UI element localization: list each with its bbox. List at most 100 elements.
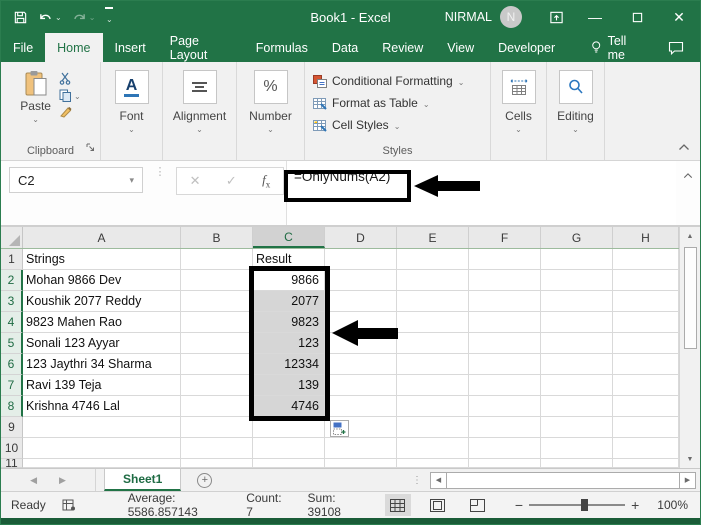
cells-dropdown-icon[interactable]: ⌄ — [515, 125, 522, 134]
number-group[interactable]: % Number ⌄ — [237, 62, 305, 160]
cell-c5[interactable]: 123 — [253, 333, 325, 354]
alignment-group[interactable]: Alignment ⌄ — [163, 62, 237, 160]
macro-record-icon[interactable] — [62, 499, 76, 511]
row-header-11[interactable]: 11 — [1, 459, 23, 468]
save-icon[interactable] — [13, 10, 28, 25]
cell-g7[interactable] — [541, 375, 613, 396]
tab-view[interactable]: View — [435, 33, 486, 62]
tab-file[interactable]: File — [1, 33, 45, 62]
tab-page-layout[interactable]: Page Layout — [158, 33, 244, 62]
cell-f7[interactable] — [469, 375, 541, 396]
cell-h3[interactable] — [613, 291, 679, 312]
cell-g4[interactable] — [541, 312, 613, 333]
name-box[interactable]: C2 ▾ — [9, 167, 143, 193]
conditional-formatting-button[interactable]: Conditional Formatting ⌄ — [313, 70, 464, 92]
cell-g8[interactable] — [541, 396, 613, 417]
cell-h1[interactable] — [613, 249, 679, 270]
cell-d10[interactable] — [325, 438, 397, 459]
undo-button[interactable]: ⌄ — [38, 11, 62, 24]
maximize-button[interactable] — [616, 1, 658, 33]
collapse-ribbon-icon[interactable] — [678, 142, 690, 154]
cell-c4[interactable]: 9823 — [253, 312, 325, 333]
page-layout-view-icon[interactable] — [425, 494, 451, 516]
auto-fill-options-button[interactable] — [330, 420, 349, 437]
cell-a3[interactable]: Koushik 2077 Reddy — [23, 291, 181, 312]
cell-c2-active[interactable]: 9866 — [253, 270, 325, 291]
cell-g3[interactable] — [541, 291, 613, 312]
tab-data[interactable]: Data — [320, 33, 370, 62]
cell-e8[interactable] — [397, 396, 469, 417]
tab-developer[interactable]: Developer — [486, 33, 567, 62]
row-header-7[interactable]: 7 — [1, 375, 23, 396]
scroll-up-icon[interactable]: ▲ — [680, 227, 700, 245]
close-button[interactable]: ✕ — [658, 1, 700, 33]
new-sheet-button[interactable]: + — [197, 469, 212, 491]
cell-a4[interactable]: 9823 Mahen Rao — [23, 312, 181, 333]
column-header-a[interactable]: A — [23, 227, 181, 248]
cell-d5[interactable] — [325, 333, 397, 354]
cell-c6[interactable]: 12334 — [253, 354, 325, 375]
cell-c10[interactable] — [253, 438, 325, 459]
format-as-table-button[interactable]: Format as Table ⌄ — [313, 92, 430, 114]
format-as-table-dropdown-icon[interactable]: ⌄ — [423, 100, 430, 109]
scroll-down-icon[interactable]: ▼ — [680, 450, 700, 468]
sheet-next-icon[interactable]: ▶ — [59, 475, 66, 486]
cell-h2[interactable] — [613, 270, 679, 291]
cell-f10[interactable] — [469, 438, 541, 459]
cut-button[interactable] — [59, 72, 81, 85]
cell-h4[interactable] — [613, 312, 679, 333]
row-header-4[interactable]: 4 — [1, 312, 23, 333]
row-header-1[interactable]: 1 — [1, 249, 23, 270]
cell-styles-dropdown-icon[interactable]: ⌄ — [394, 122, 401, 131]
cell-a6[interactable]: 123 Jaythri 34 Sharma — [23, 354, 181, 375]
enter-icon[interactable]: ✓ — [226, 173, 237, 189]
zoom-slider-thumb[interactable] — [581, 499, 588, 511]
cell-g9[interactable] — [541, 417, 613, 438]
row-header-2[interactable]: 2 — [1, 270, 23, 291]
cell-h10[interactable] — [613, 438, 679, 459]
cell-b10[interactable] — [181, 438, 253, 459]
cell-f5[interactable] — [469, 333, 541, 354]
cell-a7[interactable]: Ravi 139 Teja — [23, 375, 181, 396]
vertical-scrollbar-thumb[interactable] — [684, 247, 697, 349]
cell-a1[interactable]: Strings — [23, 249, 181, 270]
cell-b8[interactable] — [181, 396, 253, 417]
copy-dropdown-icon[interactable]: ⌄ — [74, 92, 81, 101]
cell-b9[interactable] — [181, 417, 253, 438]
tab-review[interactable]: Review — [370, 33, 435, 62]
name-box-dropdown-icon[interactable]: ▾ — [129, 175, 134, 186]
status-sum[interactable]: Sum: 39108 — [308, 491, 357, 519]
cell-e3[interactable] — [397, 291, 469, 312]
undo-dropdown-icon[interactable]: ⌄ — [55, 13, 62, 22]
cell-b5[interactable] — [181, 333, 253, 354]
cell-d7[interactable] — [325, 375, 397, 396]
zoom-in-icon[interactable]: + — [625, 497, 645, 513]
cell-b1[interactable] — [181, 249, 253, 270]
cell-g5[interactable] — [541, 333, 613, 354]
font-dropdown-icon[interactable]: ⌄ — [128, 125, 135, 134]
paste-dropdown-icon[interactable]: ⌄ — [32, 115, 39, 124]
row-header-5[interactable]: 5 — [1, 333, 23, 354]
cell-styles-button[interactable]: Cell Styles ⌄ — [313, 114, 400, 136]
editing-group[interactable]: Editing ⌄ — [547, 62, 605, 160]
cells-group[interactable]: Cells ⌄ — [491, 62, 547, 160]
cell-d6[interactable] — [325, 354, 397, 375]
cell-f1[interactable] — [469, 249, 541, 270]
cell-b4[interactable] — [181, 312, 253, 333]
status-count[interactable]: Count: 7 — [246, 491, 281, 519]
horizontal-scrollbar[interactable]: ◀ ▶ — [430, 471, 696, 489]
column-header-c[interactable]: C — [253, 227, 325, 248]
cell-d4[interactable] — [325, 312, 397, 333]
scroll-right-icon[interactable]: ▶ — [679, 472, 696, 489]
scroll-left-icon[interactable]: ◀ — [430, 472, 447, 489]
status-average[interactable]: Average: 5586.857143 — [128, 491, 221, 519]
formula-bar-collapse-icon[interactable] — [683, 171, 693, 182]
cell-f2[interactable] — [469, 270, 541, 291]
insert-function-icon[interactable]: fx — [262, 172, 270, 190]
cell-b6[interactable] — [181, 354, 253, 375]
cell-e11[interactable] — [397, 459, 469, 468]
cell-b7[interactable] — [181, 375, 253, 396]
minimize-button[interactable]: — — [574, 1, 616, 33]
clipboard-dialog-launcher-icon[interactable] — [86, 139, 95, 157]
zoom-out-icon[interactable]: − — [509, 497, 529, 513]
